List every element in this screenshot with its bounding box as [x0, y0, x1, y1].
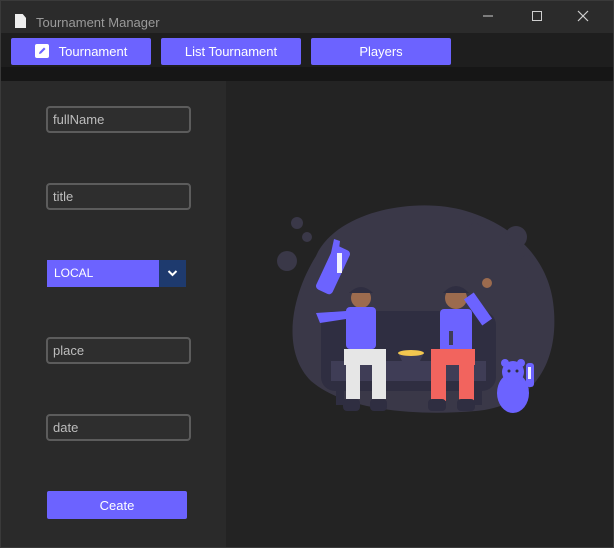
players-button[interactable]: Players: [311, 38, 451, 65]
chevron-down-icon: [167, 270, 178, 277]
type-select-toggle[interactable]: [159, 260, 186, 287]
type-select[interactable]: LOCAL: [47, 260, 186, 287]
minimize-icon: [483, 15, 493, 17]
list-tournament-button-label: List Tournament: [184, 44, 278, 59]
maximize-button[interactable]: [522, 10, 552, 32]
minimize-button[interactable]: [473, 10, 503, 32]
sports-fans-illustration: [277, 205, 555, 413]
list-tournament-button[interactable]: List Tournament: [161, 38, 301, 65]
tournament-button-label: Tournament: [58, 43, 128, 59]
type-select-value: LOCAL: [47, 260, 159, 287]
form-panel: [1, 81, 226, 547]
document-icon: [15, 14, 26, 28]
title-input[interactable]: [46, 183, 191, 210]
players-button-label: Players: [359, 44, 403, 59]
date-input[interactable]: [46, 414, 191, 441]
tournament-button[interactable]: Tournament: [11, 38, 151, 65]
pencil-icon: [34, 44, 49, 59]
title-bar: Tournament Manager: [1, 1, 613, 33]
toolbar-strip: [1, 67, 613, 81]
maximize-icon: [532, 11, 542, 21]
app-window: Tournament Manager Tournament List Tourn…: [0, 0, 614, 548]
close-icon: [577, 10, 589, 22]
window-title: Tournament Manager: [36, 15, 160, 30]
close-button[interactable]: [568, 10, 598, 32]
fullname-input[interactable]: [46, 106, 191, 133]
navigation-bar: Tournament List Tournament Players: [1, 33, 613, 67]
create-button[interactable]: Ceate: [47, 491, 187, 519]
place-input[interactable]: [46, 337, 191, 364]
